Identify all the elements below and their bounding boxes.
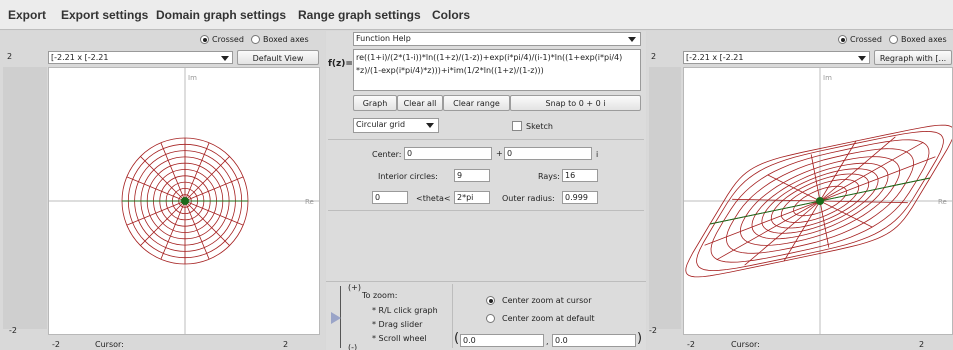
range-crossed-label: Crossed: [850, 35, 882, 44]
grid-type-value: Circular grid: [356, 120, 406, 129]
default-view-button[interactable]: Default View: [237, 50, 319, 65]
re-axis-label: Re: [938, 198, 947, 206]
center-marker: [816, 197, 824, 205]
menu-export-settings[interactable]: Export settings: [61, 8, 148, 22]
sketch-label: Sketch: [526, 122, 553, 131]
outer-radius-input[interactable]: 0.999: [562, 191, 598, 204]
theta-min-input[interactable]: 0: [372, 191, 408, 204]
function-help-select[interactable]: Function Help: [353, 32, 641, 46]
range-boxed-label: Boxed axes: [901, 35, 947, 44]
grid-settings: Center: 0 + 0 i Interior circles: 9 Rays…: [328, 139, 644, 211]
center-re-input[interactable]: 0: [404, 147, 492, 160]
coord-comma: ,: [546, 337, 549, 346]
zoom-title: To zoom:: [362, 291, 398, 300]
outer-radius-label: Outer radius:: [502, 194, 555, 203]
function-text-line-2: *z)/(1-exp(i*pi/4)*z)))+i*im(1/2*ln((1+z…: [356, 66, 544, 75]
domain-range-select[interactable]: [-2.21 x [-2.21: [48, 51, 233, 64]
zoom-hint-click: * R/L click graph: [372, 306, 438, 315]
menu-colors[interactable]: Colors: [432, 8, 470, 22]
theta-max-input[interactable]: 2*pi: [454, 191, 490, 204]
domain-crossed-radio[interactable]: [200, 35, 209, 44]
menu-domain-graph-settings[interactable]: Domain graph settings: [156, 8, 286, 22]
range-y-max: 2: [651, 52, 657, 61]
domain-y-max: 2: [7, 52, 13, 61]
domain-range-select-value: [-2.21 x [-2.21: [51, 53, 109, 62]
rays-input[interactable]: 16: [562, 169, 598, 182]
menu-range-graph-settings[interactable]: Range graph settings: [298, 8, 421, 22]
coord-paren-open: (: [454, 331, 460, 346]
range-x-min: -2: [687, 340, 695, 349]
clear-range-button[interactable]: Clear range: [443, 95, 510, 111]
control-panel: Function Help f(z)= re((1+i)/(2*(1-i))*l…: [326, 31, 646, 350]
zoom-center-im-input[interactable]: 0.0: [552, 334, 636, 347]
function-input[interactable]: re((1+i)/(2*(1-i))*ln((1+z)/(1-z))+exp(i…: [353, 49, 641, 91]
menu-export[interactable]: Export: [8, 8, 46, 22]
zoom-plus-label: (+): [348, 283, 361, 292]
divider: [452, 284, 453, 348]
menu-bar: Export Export settings Domain graph sett…: [0, 0, 953, 30]
regraph-button[interactable]: Regraph with [...: [874, 50, 952, 65]
zoom-panel: (+) (-) To zoom: * R/L click graph * Dra…: [326, 281, 646, 350]
zoom-at-cursor-radio[interactable]: [486, 296, 495, 305]
range-range-select-value: [-2.21 x [-2.21: [686, 53, 744, 62]
range-crossed-radio[interactable]: [838, 35, 847, 44]
domain-graph[interactable]: Im Re: [49, 68, 319, 334]
domain-cursor-label: Cursor:: [95, 340, 124, 349]
range-vertical-slider[interactable]: [649, 67, 681, 329]
zoom-center-re-input[interactable]: 0.0: [460, 334, 544, 347]
range-y-min: -2: [649, 326, 657, 335]
domain-crossed-label: Crossed: [212, 35, 244, 44]
zoom-hint-drag: * Drag slider: [372, 320, 423, 329]
domain-boxed-label: Boxed axes: [263, 35, 309, 44]
chevron-down-icon: [221, 56, 229, 61]
theta-label: <theta<: [416, 194, 451, 203]
interior-circles-label: Interior circles:: [378, 172, 438, 181]
domain-x-max: 2: [283, 340, 289, 349]
center-marker: [181, 197, 189, 205]
function-label: f(z)=: [328, 59, 353, 69]
range-graph-canvas[interactable]: Im Re: [683, 67, 953, 335]
zoom-at-default-label: Center zoom at default: [502, 314, 595, 323]
imaginary-unit-label: i: [596, 150, 599, 159]
graph-button[interactable]: Graph: [353, 95, 397, 111]
zoom-slider-handle[interactable]: [331, 312, 341, 324]
domain-graph-canvas[interactable]: Im Re: [48, 67, 320, 335]
chevron-down-icon: [858, 56, 866, 61]
grid-type-select[interactable]: Circular grid: [353, 118, 439, 133]
coord-paren-close: ): [637, 331, 643, 346]
domain-y-min: -2: [9, 326, 17, 335]
sketch-checkbox[interactable]: [512, 121, 522, 131]
center-im-input[interactable]: 0: [504, 147, 592, 160]
domain-graph-panel: Crossed Boxed axes 2 [-2.21 x [-2.21 Def…: [0, 31, 325, 350]
zoom-hint-scroll: * Scroll wheel: [372, 334, 427, 343]
function-text-line-1: re((1+i)/(2*(1-i))*ln((1+z)/(1-z))+exp(i…: [356, 53, 623, 62]
snap-button[interactable]: Snap to 0 + 0 i: [510, 95, 641, 111]
center-label: Center:: [372, 150, 402, 159]
interior-circles-input[interactable]: 9: [454, 169, 490, 182]
domain-vertical-slider[interactable]: [3, 67, 47, 329]
range-boxed-radio[interactable]: [889, 35, 898, 44]
zoom-slider-track[interactable]: [340, 286, 348, 348]
rays-label: Rays:: [538, 172, 560, 181]
chevron-down-icon: [426, 123, 434, 128]
domain-boxed-radio[interactable]: [251, 35, 260, 44]
range-graph[interactable]: Im Re: [684, 68, 953, 334]
domain-x-min: -2: [52, 340, 60, 349]
range-range-select[interactable]: [-2.21 x [-2.21: [683, 51, 870, 64]
function-help-value: Function Help: [356, 34, 411, 43]
clear-all-button[interactable]: Clear all: [397, 95, 443, 111]
zoom-at-default-radio[interactable]: [486, 314, 495, 323]
re-axis-label: Re: [305, 198, 314, 206]
zoom-minus-label: (-): [348, 343, 358, 350]
zoom-at-cursor-label: Center zoom at cursor: [502, 296, 592, 305]
chevron-down-icon: [628, 37, 636, 42]
im-axis-label: Im: [823, 74, 832, 82]
range-cursor-label: Cursor:: [731, 340, 760, 349]
im-axis-label: Im: [188, 74, 197, 82]
range-graph-panel: Crossed Boxed axes 2 [-2.21 x [-2.21 Reg…: [647, 31, 953, 350]
range-x-max: 2: [919, 340, 925, 349]
plus-label: +: [496, 149, 503, 158]
